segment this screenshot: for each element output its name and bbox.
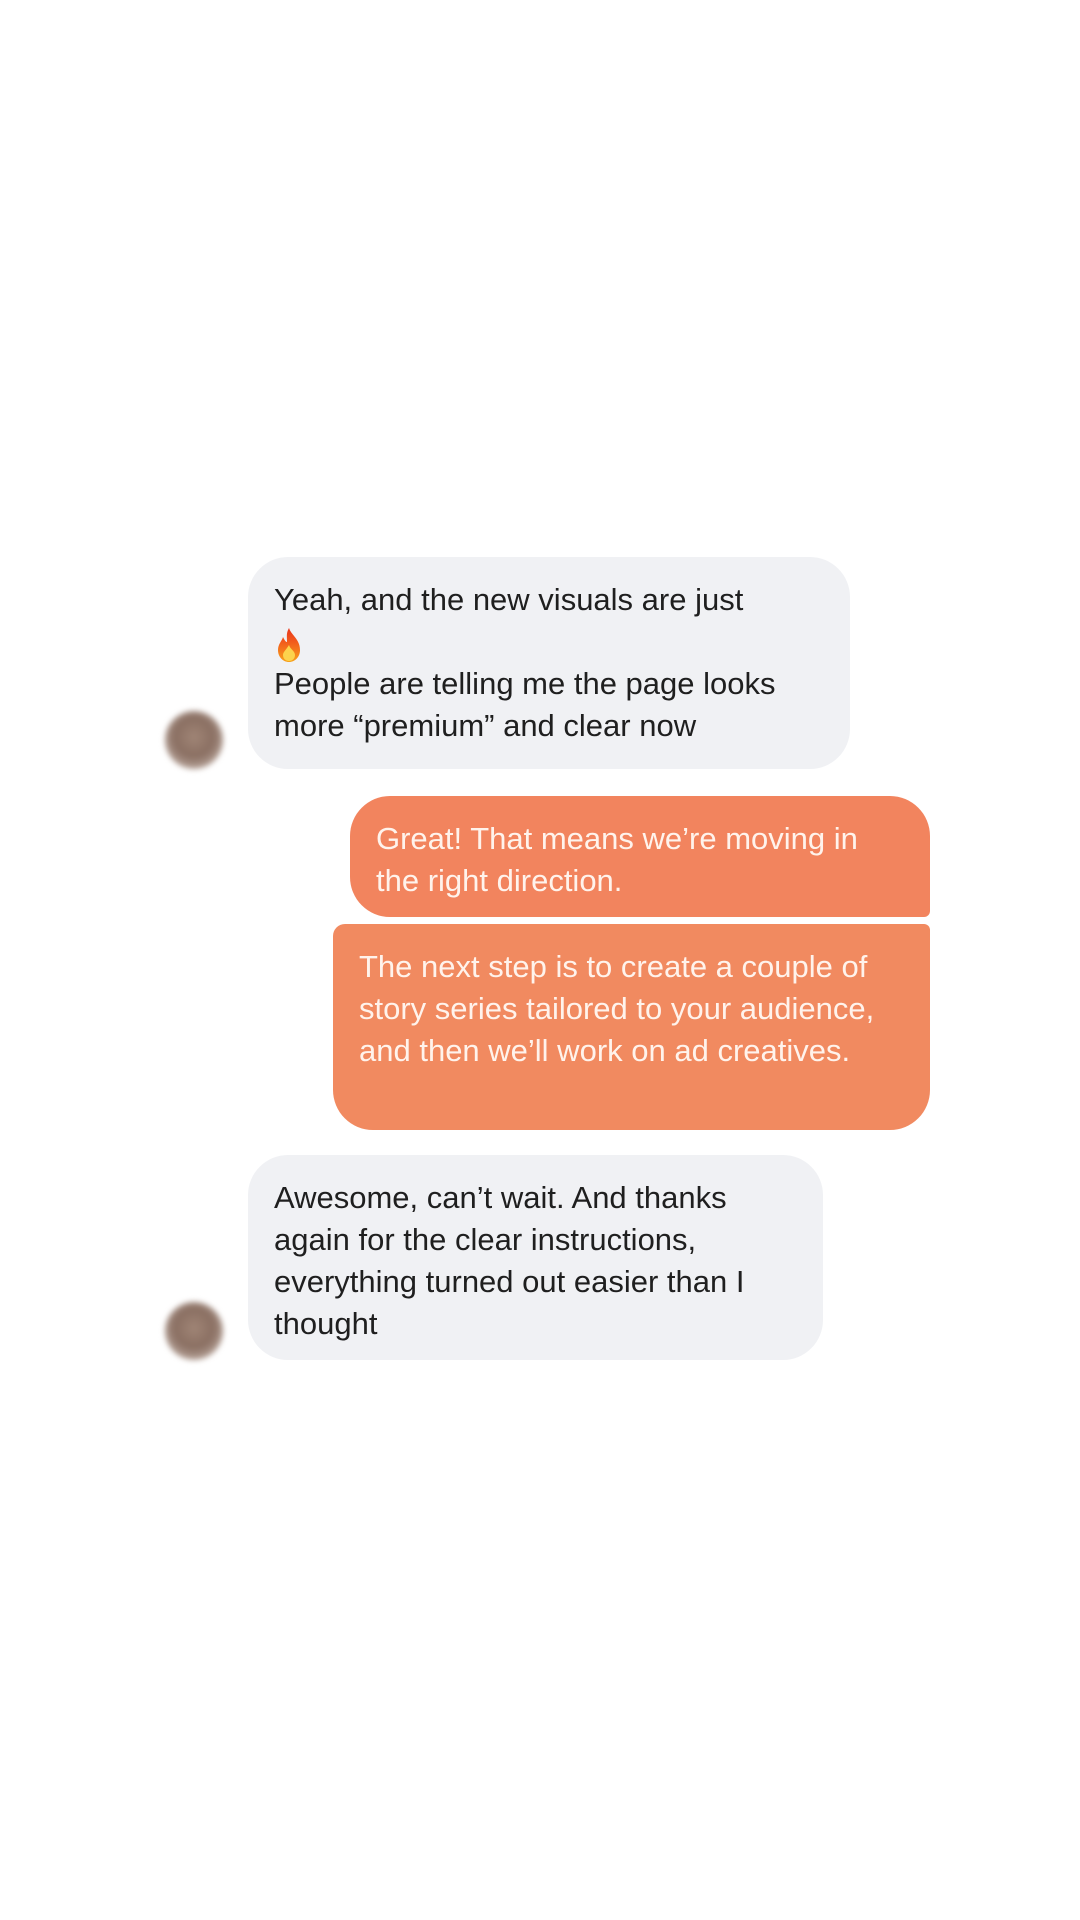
message-bubble-incoming[interactable]: Awesome, can’t wait. And thanks again fo… [248, 1155, 823, 1360]
contact-avatar[interactable] [165, 1302, 223, 1360]
message-text: Awesome, can’t wait. And thanks again fo… [274, 1180, 745, 1341]
message-bubble-outgoing[interactable]: The next step is to create a couple of s… [333, 924, 930, 1130]
message-text: The next step is to create a couple of s… [359, 949, 875, 1068]
message-text: Yeah, and the new visuals are just [274, 582, 744, 617]
fire-emoji-icon [274, 621, 824, 663]
message-bubble-incoming[interactable]: Yeah, and the new visuals are just Peopl… [248, 557, 850, 769]
message-text: Great! That means we’re moving in the ri… [376, 821, 858, 898]
contact-avatar[interactable] [165, 711, 223, 769]
message-bubble-outgoing[interactable]: Great! That means we’re moving in the ri… [350, 796, 930, 917]
message-text: People are telling me the page looks mor… [274, 666, 776, 743]
